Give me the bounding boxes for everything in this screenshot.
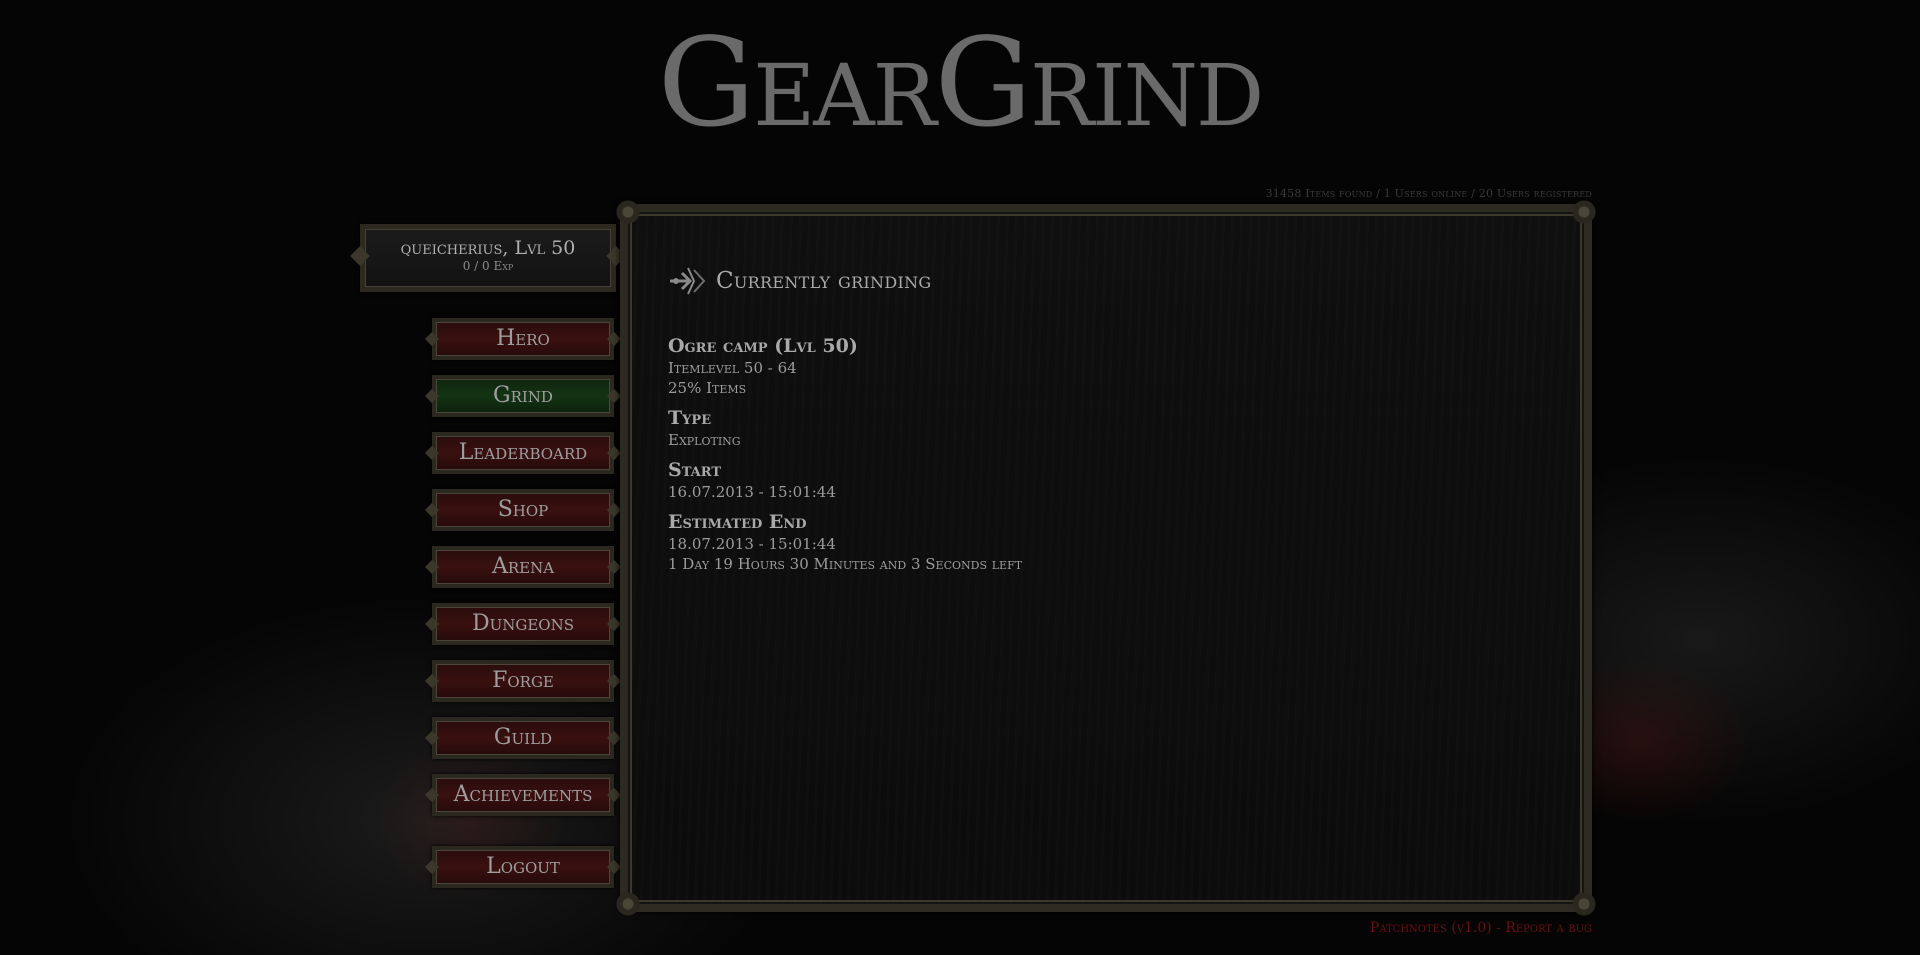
start-title: Start [668,459,722,481]
end-title: Estimated End [668,511,807,533]
grind-details: Ogre camp (Lvl 50) Itemlevel 50 - 64 25%… [668,334,1022,582]
main-panel: Currently grinding Ogre camp (Lvl 50) It… [615,199,1597,917]
nav-forge-button[interactable]: Forge [432,660,614,702]
itemlevel-text: Itemlevel 50 - 64 [668,359,797,377]
type-value: Exploting [668,431,741,449]
nav-leaderboard-button[interactable]: Leaderboard [432,432,614,474]
logout-button[interactable]: Logout [432,846,614,888]
nav-shop-button[interactable]: Shop [432,489,614,531]
footer-links: Patchnotes (v1.0) - Report a bug [1370,920,1592,936]
player-exp: 0 / 0 Exp [462,259,514,273]
panel-corner-ornament [615,891,641,917]
grind-icon [670,267,706,295]
nav-grind-button[interactable]: Grind [432,375,614,417]
nav-dungeons-button[interactable]: Dungeons [432,603,614,645]
report-bug-link[interactable]: Report a bug [1505,920,1592,936]
patchnotes-link[interactable]: Patchnotes (v1.0) [1370,920,1492,936]
player-name-level: queicherius, Lvl 50 [400,237,576,259]
panel-title: Currently grinding [716,268,932,294]
location-title: Ogre camp (Lvl 50) [668,335,858,357]
location-block: Ogre camp (Lvl 50) Itemlevel 50 - 64 25%… [668,334,1022,398]
logo[interactable]: GearGrind [0,22,1920,144]
panel-corner-ornament [1571,891,1597,917]
panel-heading: Currently grinding [668,264,931,298]
panel-corner-ornament [615,199,641,225]
start-block: Start 16.07.2013 - 15:01:44 [668,458,1022,502]
nav-guild-button[interactable]: Guild [432,717,614,759]
nav-achievements-button[interactable]: Achievements [432,774,614,816]
type-block: Type Exploting [668,406,1022,450]
logo-text: GearGrind [657,12,1264,154]
type-title: Type [668,407,712,429]
nav-arena-button[interactable]: Arena [432,546,614,588]
items-chance-text: 25% Items [668,379,747,397]
player-info: queicherius, Lvl 50 0 / 0 Exp [360,224,616,292]
end-value: 18.07.2013 - 15:01:44 [668,535,836,553]
nav-hero-button[interactable]: Hero [432,318,614,360]
panel-corner-ornament [1571,199,1597,225]
footer-separator: - [1491,920,1506,936]
end-block: Estimated End 18.07.2013 - 15:01:44 1 Da… [668,510,1022,574]
start-value: 16.07.2013 - 15:01:44 [668,483,836,501]
server-stats: 31458 Items found / 1 Users online / 20 … [1265,187,1592,200]
time-left-text: 1 Day 19 Hours 30 Minutes and 3 Seconds … [668,555,1023,573]
page: GearGrind 31458 Items found / 1 Users on… [0,0,1920,955]
